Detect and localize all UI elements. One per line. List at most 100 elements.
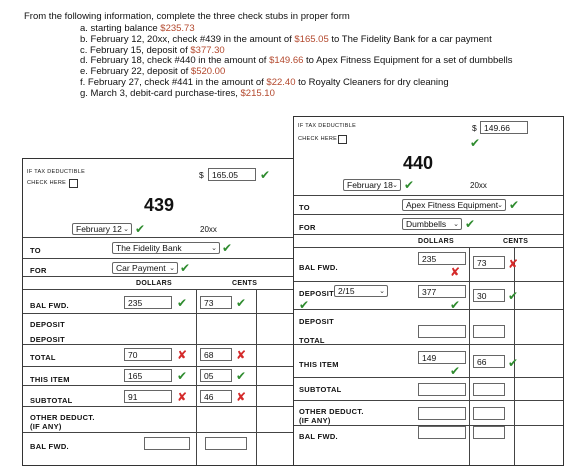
check-icon: ✔ (509, 198, 520, 212)
subtotal-label: SUBTOTAL (299, 385, 342, 394)
instruction-text: to Apex Fitness Equipment for a set of d… (303, 55, 513, 67)
deposit-date-select[interactable]: 2/15 ⌄ (334, 285, 388, 297)
tax-deductible-label: IF TAX DEDUCTIBLE (298, 123, 357, 129)
dollars-header: DOLLARS (136, 280, 172, 287)
instruction-text: e. February 22, deposit of (80, 66, 191, 78)
subtotal-cents-input[interactable] (473, 383, 505, 396)
bal-fwd-label: BAL FWD. (299, 432, 338, 441)
instruction-text: to Royalty Cleaners for dry cleaning (295, 77, 449, 88)
instruction-amount: $149.66 (269, 55, 304, 67)
date-value: February 18 (347, 180, 393, 190)
deposit-cents-input[interactable]: 30 (473, 289, 505, 302)
tax-deductible-checkbox[interactable] (69, 179, 78, 188)
check-icon: ✔ (236, 369, 247, 383)
other-deduct-label: OTHER DEDUCT. (299, 407, 364, 416)
deposit2-cents-input[interactable] (473, 325, 505, 338)
chevron-down-icon: ⌄ (497, 202, 503, 209)
instruction-amount: $377.30 (190, 44, 225, 56)
bal-fwd-label: BAL FWD. (30, 301, 69, 310)
instruction-item: g. March 3, debit-card purchase-tires, $… (80, 88, 275, 99)
dollar-sign: $ (199, 170, 204, 180)
instruction-amount: $235.73 (160, 23, 195, 34)
instruction-item: b. February 12, 20xx, check #439 in the … (80, 34, 492, 45)
this-item-label: THIS ITEM (299, 360, 339, 369)
this-item-dollars-input[interactable]: 149 (418, 351, 466, 364)
memo-select[interactable]: Car Payment ⌄ (112, 262, 178, 274)
chevron-down-icon: ⌄ (169, 265, 175, 272)
total-cents-input[interactable]: 68 (200, 348, 232, 361)
bal-fwd-dollars-input[interactable]: 235 (124, 296, 172, 309)
deposit2-dollars-input[interactable] (418, 325, 466, 338)
instruction-amount: $165.05 (294, 33, 329, 45)
payee-select[interactable]: The Fidelity Bank ⌄ (112, 242, 220, 254)
cross-icon: ✘ (508, 257, 519, 271)
deposit-date-value: 2/15 (338, 286, 355, 296)
chevron-down-icon: ⌄ (211, 245, 217, 252)
cents-header: CENTS (232, 280, 258, 287)
check-icon: ✔ (236, 296, 247, 310)
cross-icon: ✘ (236, 348, 247, 362)
instruction-text: g. March 3, debit-card purchase-tires, (80, 87, 241, 99)
check-here-label: CHECK HERE (27, 180, 67, 186)
check-icon: ✔ (465, 217, 476, 231)
deposit-dollars-input[interactable]: 377 (418, 285, 466, 298)
subtotal-cents-input[interactable]: 46 (200, 390, 232, 403)
cents-header: CENTS (503, 238, 529, 245)
instruction-text: c. February 15, deposit of (80, 44, 191, 56)
check-number: 440 (403, 153, 434, 173)
total-dollars-input[interactable]: 70 (124, 348, 172, 361)
dollar-sign: $ (472, 123, 477, 133)
check-stub-440: IF TAX DEDUCTIBLE CHECK HERE $ 149.66 ✔ … (293, 116, 564, 466)
tax-deductible-checkbox[interactable] (338, 135, 347, 144)
to-label: TO (30, 246, 41, 255)
subtotal-dollars-input[interactable]: 91 (124, 390, 172, 403)
bal-fwd-cents-input[interactable]: 73 (473, 256, 505, 269)
check-icon: ✔ (180, 261, 191, 275)
bal-fwd-dollars-input[interactable]: 235 (418, 252, 466, 265)
bal-fwd-cents-input[interactable] (205, 437, 247, 450)
check-icon: ✔ (177, 296, 188, 310)
date-value: February 12 (76, 224, 122, 234)
this-item-cents-input[interactable]: 66 (473, 355, 505, 368)
instruction-item: a. starting balance $235.73 (80, 23, 195, 34)
check-icon: ✔ (508, 289, 519, 303)
amount-input[interactable]: 149.66 (480, 121, 528, 134)
instruction-item: d. February 18, check #440 in the amount… (80, 55, 513, 66)
other-deduct-dollars-input[interactable] (418, 407, 466, 420)
memo-select[interactable]: Dumbbells ⌄ (402, 218, 462, 230)
other-deduct-cents-input[interactable] (473, 407, 505, 420)
this-item-dollars-input[interactable]: 165 (124, 369, 172, 382)
date-select[interactable]: February 12 ⌄ (72, 223, 132, 235)
instruction-item: f. February 27, check #441 in the amount… (80, 77, 449, 88)
instruction-text: a. starting balance (80, 23, 161, 34)
chevron-down-icon: ⌄ (379, 288, 385, 295)
check-icon: ✔ (470, 136, 481, 150)
check-icon: ✔ (260, 168, 271, 182)
instructions-intro: From the following information, complete… (24, 11, 350, 22)
this-item-cents-input[interactable]: 05 (200, 369, 232, 382)
to-label: TO (299, 203, 310, 212)
subtotal-dollars-input[interactable] (418, 383, 466, 396)
bal-fwd-cents-input[interactable] (473, 426, 505, 439)
check-stub-439: IF TAX DEDUCTIBLE CHECK HERE $ 165.05 ✔ … (22, 158, 295, 466)
check-icon: ✔ (450, 364, 461, 378)
instruction-item: c. February 15, deposit of $377.30 (80, 45, 225, 56)
date-select[interactable]: February 18 ⌄ (343, 179, 401, 191)
total-label: TOTAL (30, 353, 56, 362)
tax-deductible-label: IF TAX DEDUCTIBLE (27, 169, 86, 175)
bal-fwd-cents-input[interactable]: 73 (200, 296, 232, 309)
cross-icon: ✘ (450, 265, 461, 279)
this-item-label: THIS ITEM (30, 375, 70, 384)
year-label: 20xx (200, 225, 217, 234)
subtotal-label: SUBTOTAL (30, 396, 73, 405)
for-label: FOR (30, 266, 47, 275)
instruction-amount: $22.40 (266, 77, 296, 88)
bal-fwd-dollars-input[interactable] (418, 426, 466, 439)
bal-fwd-dollars-input[interactable] (144, 437, 190, 450)
payee-select[interactable]: Apex Fitness Equipment ⌄ (402, 199, 506, 211)
chevron-down-icon: ⌄ (123, 226, 129, 233)
amount-input[interactable]: 165.05 (208, 168, 256, 181)
payee-value: Apex Fitness Equipment (406, 200, 499, 210)
memo-value: Car Payment (116, 263, 166, 273)
check-icon: ✔ (177, 369, 188, 383)
